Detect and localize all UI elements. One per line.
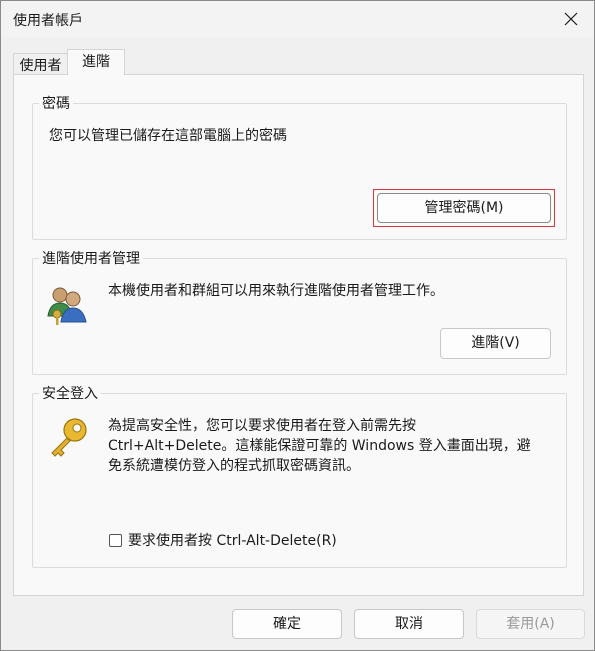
advanced-user-management-group: 進階使用者管理 本機使用者和群組可以用來執行進階使用者管理工作。 進階(V) <box>32 248 567 375</box>
title-bar[interactable]: 使用者帳戶 <box>1 1 594 37</box>
advanced-button-label: 進階(V) <box>471 335 520 351</box>
secure-logon-description-line-2: Ctrl+Alt+Delete。這樣能保證可靠的 Windows 登入畫面出現，… <box>108 438 531 454</box>
secure-logon-group: 安全登入 為提高安全性，您可以要求使用者在登入前需先按 Ctrl+Alt+Del… <box>32 383 567 568</box>
tab-advanced[interactable]: 進階 <box>67 49 125 75</box>
secure-logon-description-line-3: 免系統遭模仿登入的程式抓取密碼資訊。 <box>108 458 360 474</box>
manage-passwords-button[interactable]: 管理密碼(M) <box>377 193 551 223</box>
advanced-user-management-description: 本機使用者和群組可以用來執行進階使用者管理工作。 <box>108 283 444 299</box>
cancel-button-label: 取消 <box>395 616 423 632</box>
window-title: 使用者帳戶 <box>13 13 83 29</box>
ctrl-alt-delete-option[interactable]: 要求使用者按 Ctrl-Alt-Delete(R) <box>109 531 369 551</box>
manage-passwords-button-label: 管理密碼(M) <box>424 200 504 216</box>
close-icon <box>564 12 578 26</box>
ok-button[interactable]: 確定 <box>232 609 342 639</box>
users-group-icon <box>47 287 87 325</box>
close-button[interactable] <box>548 1 594 37</box>
key-icon <box>51 418 87 457</box>
user-accounts-dialog: 使用者帳戶 使用者 進階 密碼 您可以管理已儲存在這部電腦上的密碼 管理密碼(M… <box>0 0 595 651</box>
tab-users[interactable]: 使用者 <box>13 53 68 74</box>
passwords-description: 您可以管理已儲存在這部電腦上的密碼 <box>49 128 287 144</box>
secure-logon-group-label: 安全登入 <box>39 383 101 403</box>
tab-advanced-label: 進階 <box>82 54 110 70</box>
advanced-tab-panel: 密碼 您可以管理已儲存在這部電腦上的密碼 管理密碼(M) 進階使用者管理 本機使… <box>13 74 584 596</box>
cancel-button[interactable]: 取消 <box>354 609 464 639</box>
passwords-group-label: 密碼 <box>39 93 73 113</box>
ctrl-alt-delete-checkbox-label: 要求使用者按 Ctrl-Alt-Delete(R) <box>128 533 337 549</box>
tab-users-label: 使用者 <box>19 58 62 74</box>
advanced-button[interactable]: 進階(V) <box>440 328 551 359</box>
secure-logon-description-line-1: 為提高安全性，您可以要求使用者在登入前需先按 <box>108 418 416 434</box>
passwords-group: 密碼 您可以管理已儲存在這部電腦上的密碼 管理密碼(M) <box>32 93 567 240</box>
ok-button-label: 確定 <box>273 616 301 632</box>
advanced-user-management-group-label: 進階使用者管理 <box>39 248 143 268</box>
ctrl-alt-delete-checkbox[interactable] <box>109 534 122 547</box>
apply-button-label: 套用(A) <box>506 616 555 632</box>
apply-button[interactable]: 套用(A) <box>476 609 585 639</box>
